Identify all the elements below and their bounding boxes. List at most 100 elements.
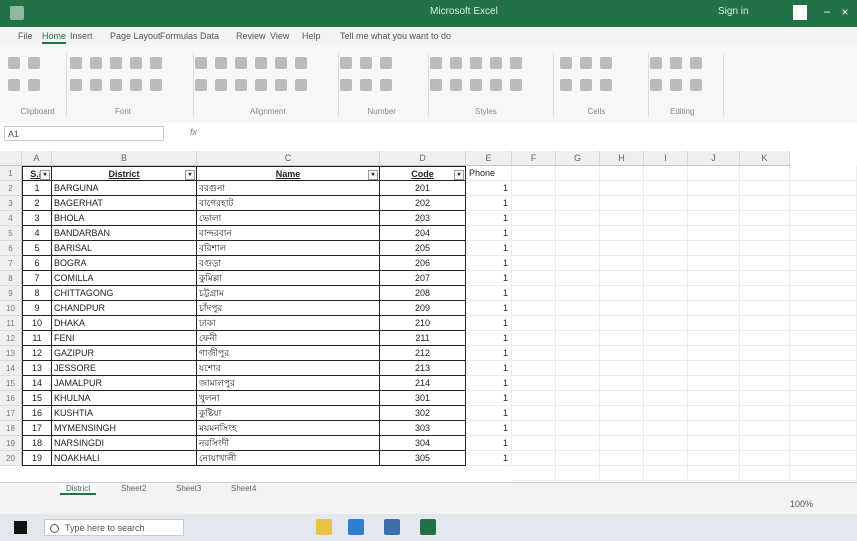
styles-tool-icon[interactable] [510, 79, 522, 91]
empty-cell[interactable] [790, 421, 857, 436]
empty-cell[interactable] [556, 436, 600, 451]
empty-cell[interactable] [644, 181, 688, 196]
table-cell[interactable]: 16 [22, 406, 52, 421]
phone-value[interactable]: 1 [466, 451, 512, 466]
empty-cell[interactable] [644, 466, 688, 481]
table-cell[interactable]: বরিশাল [197, 241, 380, 256]
empty-cell[interactable] [512, 166, 556, 181]
phone-value[interactable]: 1 [466, 361, 512, 376]
table-header-s[interactable]: S.# ▾ [22, 166, 52, 181]
row-header-2[interactable]: 2 [0, 181, 22, 196]
phone-value[interactable]: 1 [466, 301, 512, 316]
phone-header[interactable]: Phone [466, 166, 512, 181]
empty-cell[interactable] [740, 286, 790, 301]
table-cell[interactable]: ফেনী [197, 331, 380, 346]
empty-cell[interactable] [740, 256, 790, 271]
styles-tool-icon[interactable] [490, 57, 502, 69]
font-tool-icon[interactable] [110, 79, 122, 91]
empty-cell[interactable] [512, 196, 556, 211]
sheet-tab-sheet4[interactable]: Sheet4 [225, 484, 262, 493]
styles-tool-icon[interactable] [430, 79, 442, 91]
empty-cell[interactable] [512, 271, 556, 286]
table-cell[interactable]: KHULNA [52, 391, 197, 406]
tab-formulas[interactable]: Formulas [160, 31, 198, 41]
table-cell[interactable]: যশোর [197, 361, 380, 376]
alignment-tool-icon[interactable] [295, 79, 307, 91]
table-cell[interactable]: 305 [380, 451, 466, 466]
empty-cell[interactable] [740, 346, 790, 361]
empty-cell[interactable] [644, 376, 688, 391]
column-header-a[interactable]: A [22, 151, 52, 166]
empty-cell[interactable] [556, 166, 600, 181]
table-cell[interactable]: 209 [380, 301, 466, 316]
empty-cell[interactable] [740, 406, 790, 421]
empty-cell[interactable] [512, 181, 556, 196]
avatar[interactable] [793, 5, 807, 20]
empty-cell[interactable] [556, 241, 600, 256]
alignment-tool-icon[interactable] [275, 79, 287, 91]
table-cell[interactable]: খুলনা [197, 391, 380, 406]
table-cell[interactable]: 1 [22, 181, 52, 196]
column-header-e[interactable]: E [466, 151, 512, 166]
empty-cell[interactable] [512, 256, 556, 271]
empty-cell[interactable] [790, 391, 857, 406]
phone-value[interactable]: 1 [466, 196, 512, 211]
row-header-7[interactable]: 7 [0, 256, 22, 271]
empty-cell[interactable] [688, 436, 740, 451]
empty-cell[interactable] [740, 466, 790, 481]
table-header-code[interactable]: Code ▾ [380, 166, 466, 181]
styles-tool-icon[interactable] [470, 57, 482, 69]
empty-cell[interactable] [512, 376, 556, 391]
alignment-tool-icon[interactable] [235, 57, 247, 69]
table-header-district[interactable]: District ▾ [52, 166, 197, 181]
empty-cell[interactable] [556, 361, 600, 376]
row-header-11[interactable]: 11 [0, 316, 22, 331]
empty-cell[interactable] [600, 286, 644, 301]
table-cell[interactable]: ঢাকা [197, 316, 380, 331]
empty-cell[interactable] [790, 181, 857, 196]
table-cell[interactable]: 8 [22, 286, 52, 301]
empty-cell[interactable] [644, 271, 688, 286]
table-cell[interactable]: CHITTAGONG [52, 286, 197, 301]
table-cell[interactable]: MYMENSINGH [52, 421, 197, 436]
empty-cell[interactable] [644, 346, 688, 361]
empty-cell[interactable] [600, 181, 644, 196]
sheet-tab-district[interactable]: District [60, 484, 97, 495]
empty-cell[interactable] [740, 436, 790, 451]
phone-value[interactable]: 1 [466, 271, 512, 286]
excel-taskbar-icon[interactable] [420, 519, 436, 535]
user-name[interactable]: Sign in [718, 6, 749, 17]
fx-icon[interactable]: fx [190, 127, 197, 137]
empty-cell[interactable] [688, 346, 740, 361]
empty-cell[interactable] [688, 391, 740, 406]
table-cell[interactable]: 10 [22, 316, 52, 331]
empty-cell[interactable] [512, 406, 556, 421]
table-cell[interactable]: 12 [22, 346, 52, 361]
empty-cell[interactable] [512, 241, 556, 256]
editing-tool-icon[interactable] [650, 57, 662, 69]
tab-tell-me-what-you-want-to-do[interactable]: Tell me what you want to do [340, 31, 451, 41]
name-box[interactable]: A1 [4, 126, 164, 141]
cells-tool-icon[interactable] [600, 79, 612, 91]
filter-dropdown-icon[interactable]: ▾ [40, 170, 50, 180]
empty-cell[interactable] [556, 346, 600, 361]
empty-cell[interactable] [688, 331, 740, 346]
table-cell[interactable]: চট্টগ্রাম [197, 286, 380, 301]
phone-value[interactable]: 1 [466, 241, 512, 256]
number-tool-icon[interactable] [340, 79, 352, 91]
empty-cell[interactable] [644, 421, 688, 436]
row-header-9[interactable]: 9 [0, 286, 22, 301]
phone-value[interactable]: 1 [466, 436, 512, 451]
empty-cell[interactable] [512, 451, 556, 466]
table-cell[interactable]: COMILLA [52, 271, 197, 286]
table-cell[interactable]: 201 [380, 181, 466, 196]
empty-cell[interactable] [556, 226, 600, 241]
table-cell[interactable]: BHOLA [52, 211, 197, 226]
empty-cell[interactable] [556, 196, 600, 211]
table-cell[interactable]: ভোলা [197, 211, 380, 226]
store-icon[interactable] [384, 519, 400, 535]
column-header-d[interactable]: D [380, 151, 466, 166]
tab-view[interactable]: View [270, 31, 289, 41]
empty-cell[interactable] [556, 301, 600, 316]
table-cell[interactable]: বান্দরবান [197, 226, 380, 241]
